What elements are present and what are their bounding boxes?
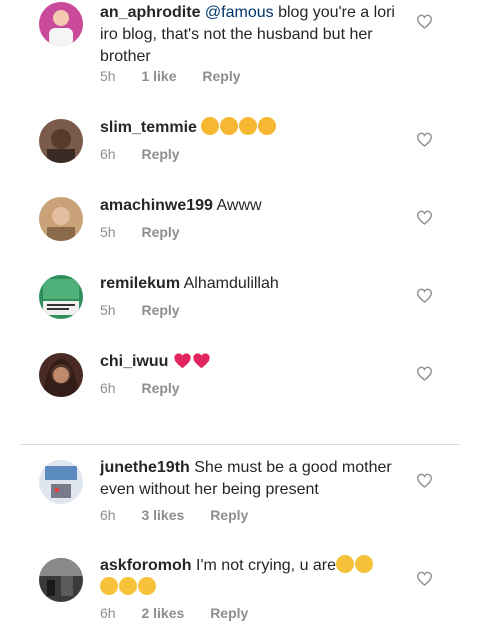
red-heart-emoji bbox=[193, 353, 210, 369]
red-heart-emoji bbox=[174, 353, 191, 369]
heart-outline-icon[interactable] bbox=[416, 473, 433, 488]
comment-body: Awww bbox=[216, 197, 262, 214]
comment-text: remilekum Alhamdulillah bbox=[100, 273, 400, 295]
reply-button[interactable]: Reply bbox=[210, 605, 248, 621]
avatar[interactable] bbox=[39, 197, 83, 241]
reply-button[interactable]: Reply bbox=[141, 224, 179, 240]
reply-button[interactable]: Reply bbox=[141, 302, 179, 318]
comment-body: Alhamdulillah bbox=[183, 275, 279, 292]
likes-count[interactable]: 1 like bbox=[141, 68, 176, 84]
reply-button[interactable]: Reply bbox=[210, 507, 248, 523]
comment-text: chi_iwuu bbox=[100, 351, 400, 373]
comment-text: askforomoh I'm not crying, u are bbox=[100, 555, 400, 599]
avatar[interactable] bbox=[39, 460, 83, 504]
sad-face-emoji bbox=[138, 577, 156, 595]
heart-outline-icon[interactable] bbox=[416, 366, 433, 381]
sad-face-emoji bbox=[100, 577, 118, 595]
avatar[interactable] bbox=[39, 275, 83, 319]
comment-meta: 5h Reply bbox=[100, 224, 202, 240]
comment-meta: 5h Reply bbox=[100, 302, 202, 318]
comment-meta: 5h 1 like Reply bbox=[100, 68, 263, 84]
timestamp: 6h bbox=[100, 507, 116, 523]
avatar[interactable] bbox=[39, 558, 83, 602]
comment-meta: 6h 3 likes Reply bbox=[100, 507, 270, 523]
comment-body: I'm not crying, u are bbox=[196, 557, 337, 574]
reply-button[interactable]: Reply bbox=[141, 146, 179, 162]
timestamp: 5h bbox=[100, 68, 116, 84]
heart-outline-icon[interactable] bbox=[416, 288, 433, 303]
username[interactable]: junethe19th bbox=[100, 459, 190, 476]
loudly-crying-face-emoji bbox=[239, 117, 258, 135]
username[interactable]: remilekum bbox=[100, 275, 180, 292]
sad-face-emoji bbox=[336, 555, 355, 573]
timestamp: 5h bbox=[100, 224, 116, 240]
heart-outline-icon[interactable] bbox=[416, 210, 433, 225]
comment-text: junethe19th She must be a good mother ev… bbox=[100, 457, 400, 501]
reply-button[interactable]: Reply bbox=[141, 380, 179, 396]
avatar[interactable] bbox=[39, 2, 83, 46]
username[interactable]: amachinwe199 bbox=[100, 197, 213, 214]
comment-text: an_aphrodite @famous blog you're a lori … bbox=[100, 2, 400, 68]
mention-link[interactable]: @famous bbox=[205, 4, 274, 21]
comment-meta: 6h Reply bbox=[100, 146, 202, 162]
heart-outline-icon[interactable] bbox=[416, 571, 433, 586]
loudly-crying-face-emoji bbox=[258, 117, 277, 135]
sad-face-emoji bbox=[119, 577, 137, 595]
comment-text: amachinwe199 Awww bbox=[100, 195, 400, 217]
comment-meta: 6h 2 likes Reply bbox=[100, 605, 270, 621]
divider bbox=[20, 444, 460, 445]
loudly-crying-face-emoji bbox=[201, 117, 220, 135]
timestamp: 6h bbox=[100, 146, 116, 162]
heart-outline-icon[interactable] bbox=[416, 132, 433, 147]
reply-button[interactable]: Reply bbox=[202, 68, 240, 84]
username[interactable]: askforomoh bbox=[100, 557, 192, 574]
loudly-crying-face-emoji bbox=[220, 117, 239, 135]
comment-text: slim_temmie bbox=[100, 117, 400, 139]
timestamp: 6h bbox=[100, 380, 116, 396]
heart-outline-icon[interactable] bbox=[416, 14, 433, 29]
sad-face-emoji bbox=[355, 555, 374, 573]
likes-count[interactable]: 2 likes bbox=[141, 605, 184, 621]
avatar[interactable] bbox=[39, 119, 83, 163]
likes-count[interactable]: 3 likes bbox=[141, 507, 184, 523]
timestamp: 5h bbox=[100, 302, 116, 318]
comment-meta: 6h Reply bbox=[100, 380, 202, 396]
avatar[interactable] bbox=[39, 353, 83, 397]
username[interactable]: slim_temmie bbox=[100, 119, 197, 136]
username[interactable]: an_aphrodite bbox=[100, 4, 200, 21]
username[interactable]: chi_iwuu bbox=[100, 353, 168, 370]
timestamp: 6h bbox=[100, 605, 116, 621]
